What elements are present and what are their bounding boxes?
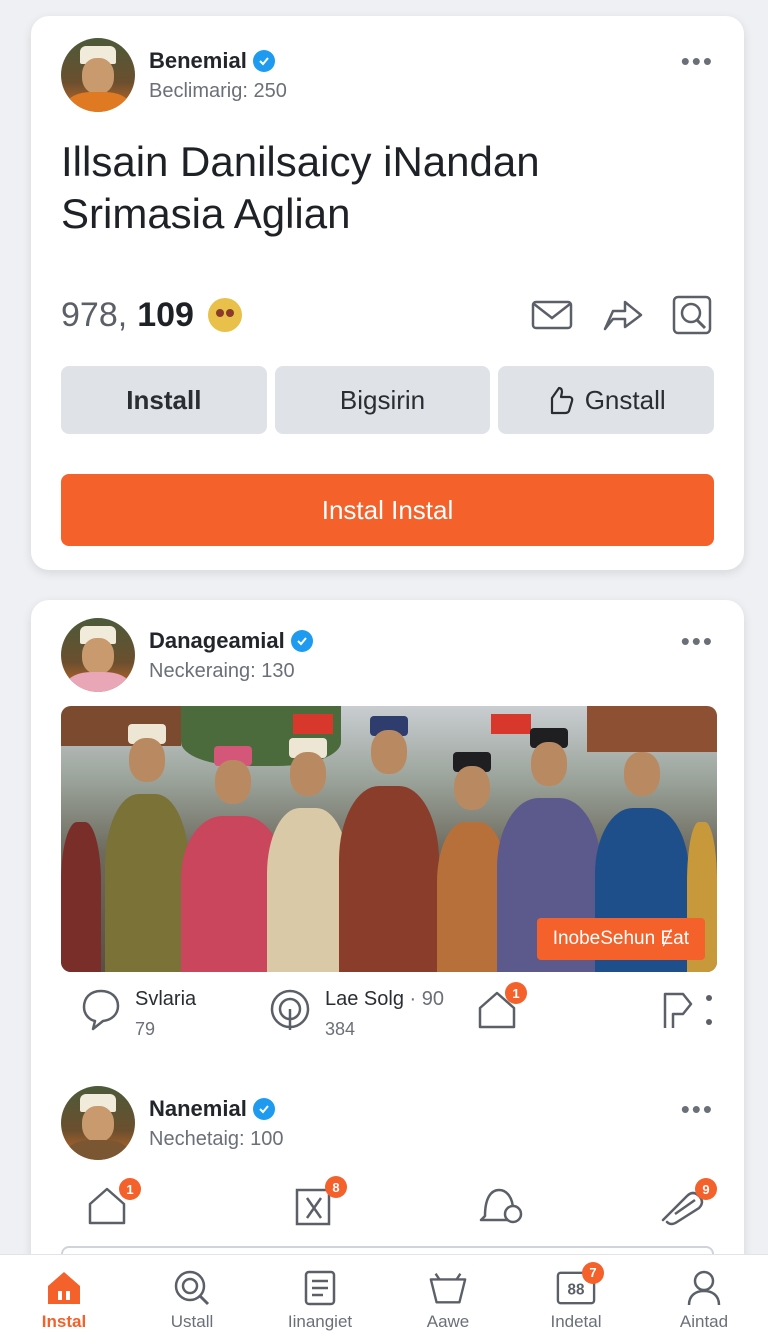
- post-header: Nanemial Nechetaig: 100 •••: [61, 1086, 714, 1160]
- notification-badge: 7: [582, 1261, 604, 1284]
- like-count: 109: [137, 295, 194, 334]
- avatar[interactable]: [61, 618, 135, 692]
- verified-icon: [290, 629, 313, 652]
- svg-text:88: 88: [568, 1281, 585, 1298]
- document-icon: [300, 1268, 340, 1308]
- reaction-extra: · 90: [409, 988, 444, 1010]
- button-row: Install Bigsirin Gnstall: [61, 366, 714, 434]
- post-title: Illsain Danilsaicy iNandan Srimasia Agli…: [61, 138, 540, 237]
- tab-aawe[interactable]: Aawe: [384, 1255, 512, 1344]
- group-photo[interactable]: InobeSehun Ɇat: [61, 706, 717, 972]
- link-reaction[interactable]: 9: [657, 1178, 717, 1230]
- emoji-icon: [207, 298, 242, 332]
- comment-reaction[interactable]: Svlaria 79: [81, 988, 196, 1040]
- reaction-row: 1 8 9: [81, 1176, 717, 1230]
- author-subtitle: Beclimarig: 250: [149, 79, 287, 102]
- bottom-tab-bar: Instal Ustall Iinangiet Aawe 88 7 Indeta…: [0, 1254, 768, 1344]
- tab-indetal[interactable]: 88 7 Indetal: [512, 1255, 640, 1344]
- tab-label: Instal: [41, 1311, 87, 1331]
- avatar[interactable]: [61, 38, 135, 112]
- more-options-icon[interactable]: •••: [681, 1096, 714, 1122]
- post-card: Benemial Beclimarig: 250 ••• Illsain Dan…: [31, 16, 744, 570]
- verified-icon: [252, 49, 275, 72]
- search-square-icon[interactable]: [670, 293, 714, 337]
- author-subtitle: Neckeraing: 130: [149, 659, 295, 682]
- author-name[interactable]: Benemial: [149, 48, 247, 74]
- house-reaction[interactable]: 1: [477, 982, 527, 1035]
- bell-icon: [479, 1188, 523, 1224]
- reaction-count: 384: [325, 1019, 356, 1039]
- view-count: 978,: [61, 295, 128, 334]
- more-options-icon[interactable]: •••: [681, 628, 714, 654]
- grid-88-icon: 88 7: [556, 1261, 604, 1308]
- post-header: Danageamial Neckeraing: 130 •••: [61, 618, 714, 692]
- author-name[interactable]: Danageamial: [149, 628, 285, 654]
- target-pin-icon: [270, 989, 310, 1030]
- avatar[interactable]: [61, 1086, 135, 1160]
- tab-label: Aintad: [679, 1311, 729, 1331]
- gnstall-button[interactable]: Gnstall: [498, 366, 714, 434]
- bell-reaction[interactable]: [477, 1186, 523, 1230]
- notification-badge: 8: [325, 1176, 347, 1198]
- author-subtitle: Nechetaig: 100: [149, 1127, 284, 1150]
- post-header: Benemial Beclimarig: 250 •••: [61, 38, 714, 112]
- crop-reaction[interactable]: 8: [293, 1176, 347, 1228]
- tab-iinangiet[interactable]: Iinangiet: [256, 1255, 384, 1344]
- tab-instal[interactable]: Instal: [0, 1255, 128, 1344]
- gnstall-label: Gnstall: [584, 384, 666, 415]
- house-reaction[interactable]: 1: [87, 1178, 141, 1230]
- home-icon: [44, 1268, 84, 1308]
- profile-icon: [684, 1268, 724, 1308]
- share-arrow-icon[interactable]: [600, 293, 644, 337]
- notification-badge: 9: [695, 1178, 717, 1200]
- post-card: Danageamial Neckeraing: 130 ••• InobeSeh…: [31, 600, 744, 1300]
- tab-label: Iinangiet: [287, 1311, 353, 1331]
- photo-badge[interactable]: InobeSehun Ɇat: [536, 918, 705, 960]
- thumb-icon: [550, 386, 574, 415]
- tab-aintad[interactable]: Aintad: [640, 1255, 768, 1344]
- tab-label: Ustall: [170, 1311, 214, 1331]
- verified-icon: [252, 1097, 275, 1120]
- reaction-label: Lae Solg: [325, 988, 404, 1010]
- flag-bookmark-icon: [663, 992, 712, 1028]
- reaction-count: 79: [135, 1019, 156, 1039]
- reaction-label: Svlaria: [135, 988, 197, 1010]
- notification-badge: 1: [119, 1178, 141, 1200]
- install-button[interactable]: Install: [61, 366, 267, 434]
- search-icon: [172, 1268, 212, 1308]
- mail-icon[interactable]: [530, 293, 574, 337]
- primary-install-button[interactable]: Instal Instal: [61, 474, 714, 546]
- more-options-icon[interactable]: •••: [681, 48, 714, 74]
- reaction-row: Svlaria 79 Lae Solg · 90 384 1: [81, 982, 714, 1044]
- bookmark-reaction[interactable]: [661, 990, 717, 1030]
- author-name[interactable]: Nanemial: [149, 1096, 247, 1122]
- tab-ustall[interactable]: Ustall: [128, 1255, 256, 1344]
- stats-row: 978, 109: [61, 292, 714, 338]
- tab-label: Indetal: [550, 1311, 602, 1331]
- location-reaction[interactable]: Lae Solg · 90 384: [269, 988, 444, 1040]
- bag-icon: [428, 1268, 468, 1308]
- tab-label: Aawe: [426, 1311, 470, 1331]
- comment-bubble-icon: [82, 989, 120, 1031]
- notification-badge: 1: [505, 982, 527, 1004]
- bigsirin-button[interactable]: Bigsirin: [274, 366, 491, 434]
